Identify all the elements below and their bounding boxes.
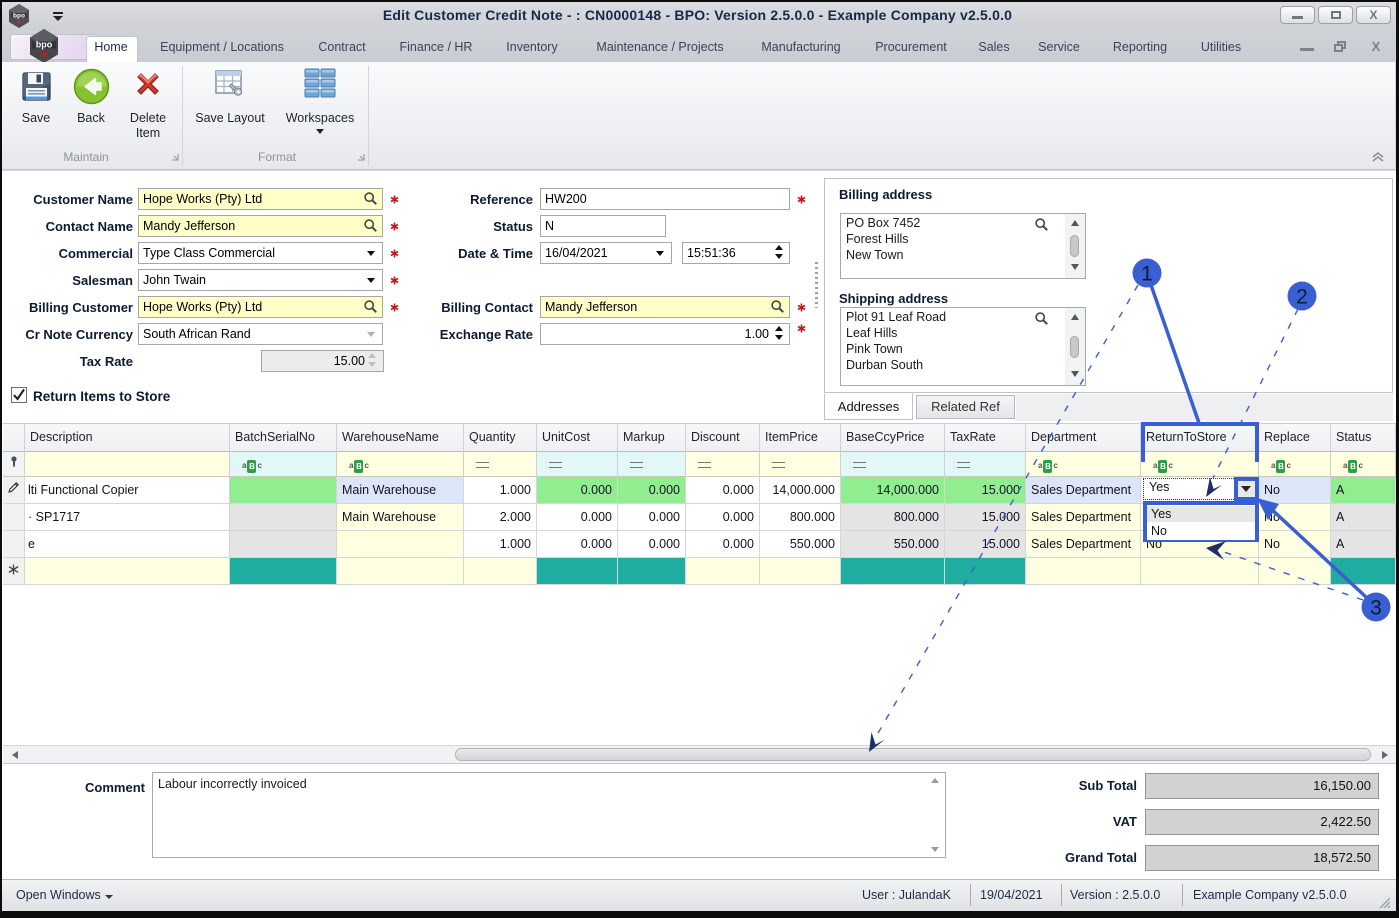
svg-text:1: 1 bbox=[1141, 263, 1153, 286]
svg-text:2: 2 bbox=[1296, 286, 1308, 309]
svg-text:3: 3 bbox=[1370, 597, 1382, 620]
